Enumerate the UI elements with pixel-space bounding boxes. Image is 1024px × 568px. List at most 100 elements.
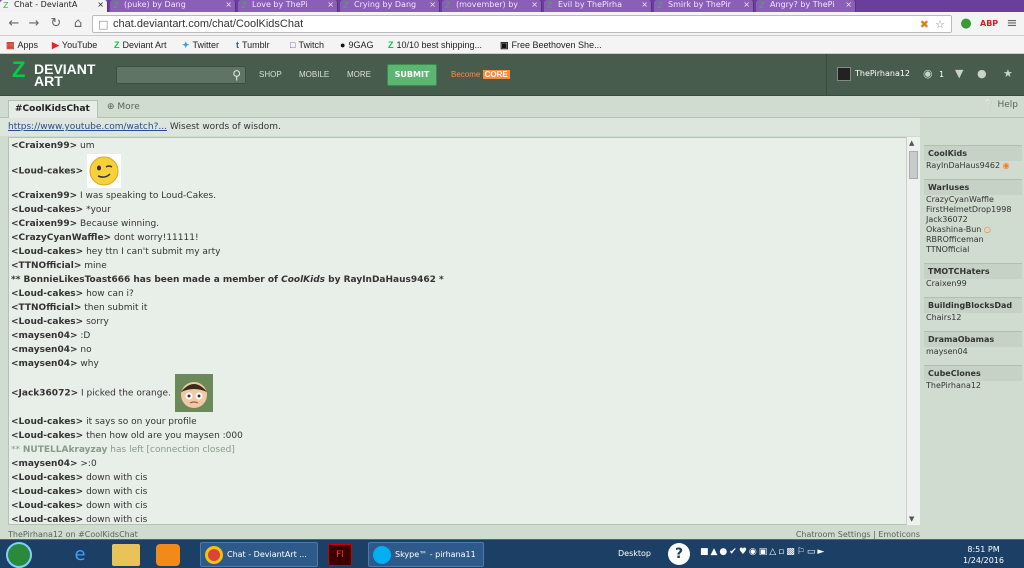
close-tab-icon[interactable]: × [327,0,334,10]
browser-tab[interactable]: Z Love by ThePi × [238,0,338,12]
chat-scrollbar[interactable]: ▲ ▼ [906,137,920,525]
adblock-icon[interactable]: ABP [980,16,998,32]
bookmark-apps[interactable]: ▦ Apps [6,38,38,52]
close-tab-icon[interactable]: × [641,0,648,10]
bookmark-twitch[interactable]: □ Twitch [290,38,324,52]
message-nick[interactable]: <Loud-cakes> [11,247,83,257]
start-button[interactable] [6,542,32,568]
avatar[interactable] [837,67,851,81]
message-nick[interactable]: <Loud-cakes> [11,205,83,215]
close-tab-icon[interactable]: × [531,0,538,10]
message-nick[interactable]: <maysen04> [11,331,78,341]
media-player-icon[interactable] [156,544,180,566]
message-nick[interactable]: <Loud-cakes> [11,317,83,327]
home-icon[interactable]: ⌂ [70,16,86,32]
message-nick[interactable]: <maysen04> [11,459,78,469]
search-input[interactable]: ⚲ [116,66,246,84]
tab-coolkidschat[interactable]: #CoolKidsChat [8,100,98,118]
address-bar[interactable]: □ chat.deviantart.com/chat/CoolKidsChat … [92,15,952,33]
scroll-thumb[interactable] [909,151,918,179]
nav-shop[interactable]: SHOP [259,70,282,79]
browser-tab[interactable]: Z Evil by ThePirha × [544,0,652,12]
message-nick[interactable]: <Craixen99> [11,191,77,201]
member-item[interactable]: RBROfficeman [924,235,1022,245]
message-nick[interactable]: <Craixen99> [11,219,77,229]
menu-icon[interactable]: ≡ [1004,16,1020,32]
bookmark-twitter[interactable]: ✦ Twitter [182,38,219,52]
topic-link[interactable]: https://www.youtube.com/watch?... [8,122,167,132]
search-icon[interactable]: ⚲ [232,68,241,82]
member-item[interactable]: RayInDaHaus9462 ◉ [924,161,1022,171]
help-icon[interactable]: ? [668,543,690,565]
reload-icon[interactable]: ↻ [48,16,64,32]
message-nick[interactable]: <Loud-cakes> [11,501,83,511]
internet-explorer-icon[interactable]: e [60,542,100,568]
submit-button[interactable]: SUBMIT [387,64,437,86]
member-item[interactable]: Chairs12 [924,313,1022,323]
forward-icon[interactable]: → [26,16,42,32]
bookmark-deviantart[interactable]: Z Deviant Art [114,38,167,52]
watch-icon[interactable]: ◉ [923,67,933,80]
message-nick[interactable]: <CrazyCyanWaffle> [11,233,111,243]
browser-tab[interactable]: Z Angry? by ThePi × [756,0,856,12]
bookmark-star-icon[interactable]: ☆ [935,18,945,32]
bookmark-tumblr[interactable]: t Tumblr [236,38,270,52]
browser-tab[interactable]: Z (puke) by Dang × [110,0,236,12]
file-explorer-icon[interactable] [112,544,140,566]
taskbar-skype-button[interactable]: Skype™ - pirhana11 [368,542,484,567]
message-nick[interactable]: <Loud-cakes> [11,167,83,177]
bookmark-9gag[interactable]: ● 9GAG [340,38,373,52]
username[interactable]: ThePirhana12 [855,69,910,78]
message-nick[interactable]: <TTNOfficial> [11,261,81,271]
browser-tab[interactable]: Z Smirk by ThePir × [654,0,754,12]
message-nick[interactable]: <Loud-cakes> [11,289,83,299]
scroll-down-icon[interactable]: ▼ [909,515,914,523]
message-nick[interactable]: <TTNOfficial> [11,303,81,313]
message-nick[interactable]: <Jack36072> [11,389,78,399]
desktop-toolbar[interactable]: Desktop [618,549,651,558]
leave-nick[interactable]: NUTELLAkrayzay [23,445,108,455]
chat-log[interactable]: <Craixen99> um <Loud-cakes> <Craixen99> … [8,137,920,525]
chatroom-settings-link[interactable]: Chatroom Settings | Emoticons [796,530,920,539]
system-tray[interactable]: ■▲●✔♥◉▣△▫▩⚐▭► [700,547,826,557]
become-core-link[interactable]: Become CORE [451,70,510,79]
browser-tab[interactable]: Z (movember) by × [442,0,542,12]
dropdown-icon[interactable]: ▼ [955,67,963,80]
member-item[interactable]: Jack36072 [924,215,1022,225]
close-tab-icon[interactable]: × [97,0,104,10]
bookmark-shipping[interactable]: Z 10/10 best shipping... [388,38,482,52]
member-item[interactable]: CrazyCyanWaffle [924,195,1022,205]
extension-icon[interactable]: ✖ [920,18,929,32]
member-item[interactable]: Okashina-Bun ○ [924,225,1022,235]
nav-more[interactable]: MORE [347,70,371,79]
taskbar-chrome-button[interactable]: Chat - DeviantArt ... [200,542,318,567]
more-tab[interactable]: ⊕ More [107,102,140,112]
bookmark-beethoven[interactable]: ▣ Free Beethoven She... [500,38,602,52]
message-nick[interactable]: <Loud-cakes> [11,473,83,483]
close-tab-icon[interactable]: × [429,0,436,10]
member-item[interactable]: ThePirhana12 [924,381,1022,391]
extension-globe-icon[interactable]: ● [958,16,974,32]
message-nick[interactable]: <Loud-cakes> [11,487,83,497]
system-clock[interactable]: 8:51 PM 1/24/2016 [963,544,1004,566]
close-tab-icon[interactable]: × [743,0,750,10]
nav-mobile[interactable]: MOBILE [299,70,329,79]
scroll-up-icon[interactable]: ▲ [909,139,914,147]
close-tab-icon[interactable]: × [225,0,232,10]
favourites-star-icon[interactable]: ★ [1003,67,1013,80]
member-item[interactable]: TTNOfficial [924,245,1022,255]
member-item[interactable]: Craixen99 [924,279,1022,289]
message-nick[interactable]: <maysen04> [11,359,78,369]
bookmark-youtube[interactable]: ▶ YouTube [52,38,97,52]
message-nick[interactable]: <Loud-cakes> [11,417,83,427]
member-item[interactable]: maysen04 [924,347,1022,357]
message-nick[interactable]: <maysen04> [11,345,78,355]
browser-tab[interactable]: Z Crying by Dang × [340,0,440,12]
back-icon[interactable]: ← [6,16,22,32]
browser-tab[interactable]: Z Chat - DeviantA × [0,0,108,12]
message-nick[interactable]: <Loud-cakes> [11,431,83,441]
help-link[interactable]: ❔ Help [983,100,1018,110]
message-nick[interactable]: <Loud-cakes> [11,515,83,524]
flash-icon[interactable]: Fl [328,544,352,566]
member-item[interactable]: FirstHelmetDrop1998 [924,205,1022,215]
